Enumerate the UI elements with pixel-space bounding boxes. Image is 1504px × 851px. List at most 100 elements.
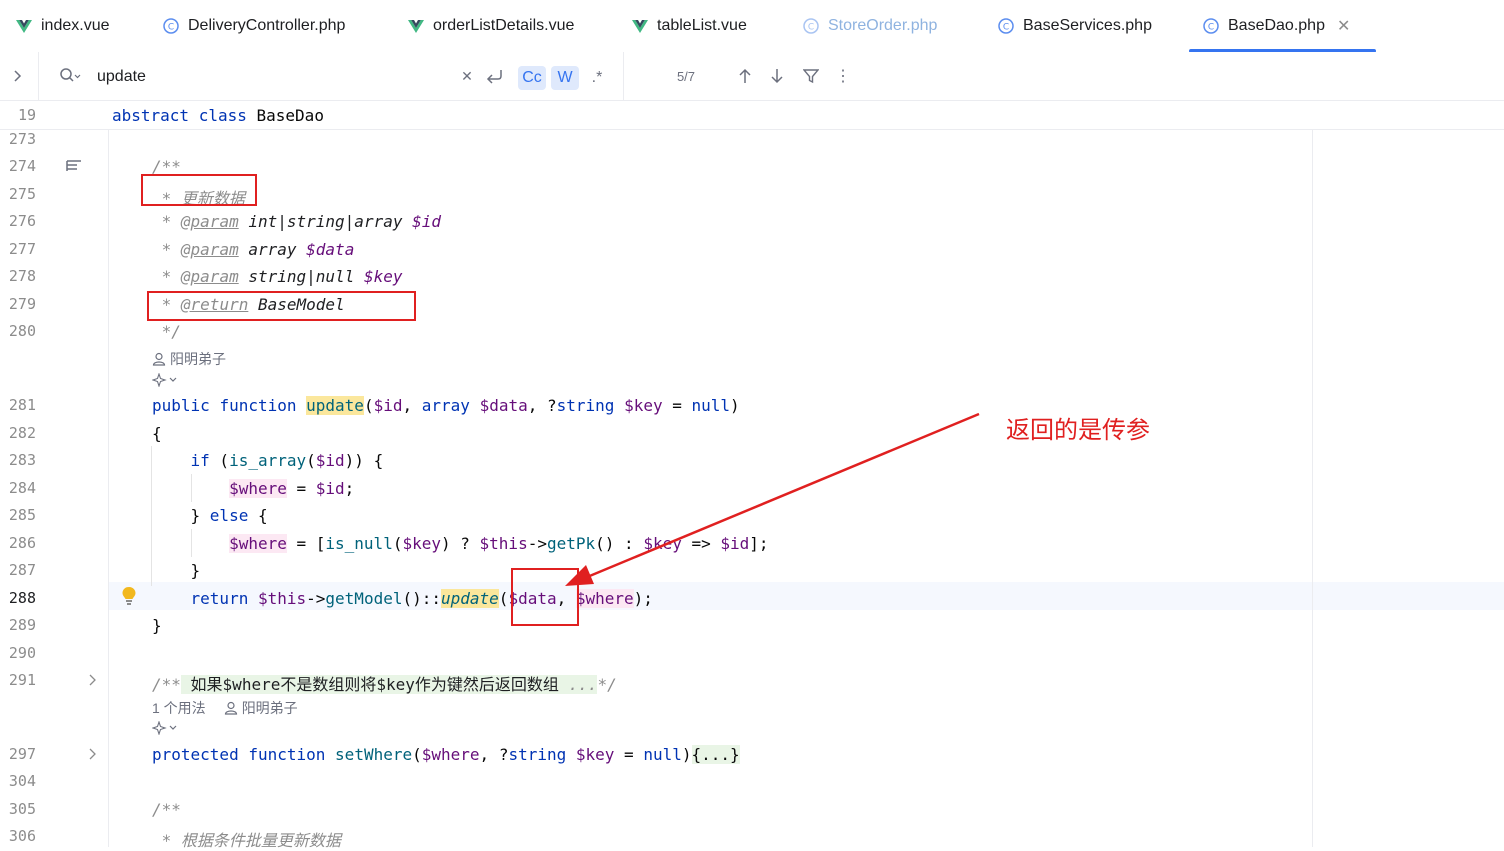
php-class-icon: C xyxy=(1203,18,1219,34)
code-line-285: } else { xyxy=(152,506,268,525)
line-number: 305 xyxy=(8,800,36,818)
sticky-scope-header: 19 abstract class BaseDao xyxy=(0,101,1504,130)
line-number: 279 xyxy=(8,295,36,313)
tab-orderlistdetails-vue[interactable]: orderListDetails.vue xyxy=(408,0,574,52)
next-occurrence-icon[interactable] xyxy=(767,66,787,86)
code-line-283: if (is_array($id)) { xyxy=(190,451,384,470)
code-line-297: protected function setWhere($where, ?str… xyxy=(152,745,740,764)
code-line-289: } xyxy=(152,616,162,635)
expand-replace-chevron-icon[interactable] xyxy=(8,66,28,86)
ai-actions-hint[interactable] xyxy=(152,721,178,735)
code-line-282: { xyxy=(152,424,162,443)
tab-label: StoreOrder.php xyxy=(828,17,938,34)
sticky-code-line: abstract class BaseDao xyxy=(112,106,324,125)
line-number: 19 xyxy=(17,106,36,124)
search-history-icon[interactable] xyxy=(58,66,82,86)
line-number: 286 xyxy=(8,534,36,552)
vue-icon xyxy=(16,20,32,33)
line-number: 288 xyxy=(8,589,36,607)
php-class-icon: C xyxy=(803,18,819,34)
tab-storeorder-php[interactable]: C StoreOrder.php xyxy=(803,0,937,52)
regex-toggle[interactable]: .* xyxy=(586,66,608,90)
ai-sparkle-chevron-icon xyxy=(152,373,177,387)
code-line-276: * @param int|string|array $id xyxy=(152,212,442,231)
whole-words-toggle[interactable]: W xyxy=(551,66,579,90)
line-number: 284 xyxy=(8,479,36,497)
tab-index-vue[interactable]: index.vue xyxy=(16,0,110,52)
line-number: 278 xyxy=(8,267,36,285)
line-number: 291 xyxy=(8,671,36,689)
annotation-box-data-arg xyxy=(511,568,579,626)
folded-body[interactable]: {...} xyxy=(691,745,740,764)
svg-text:C: C xyxy=(1003,23,1009,33)
ai-actions-hint[interactable] xyxy=(152,373,178,387)
tab-deliverycontroller-php[interactable]: C DeliveryController.php xyxy=(163,0,345,52)
gutter-divider xyxy=(108,129,109,847)
lightbulb-icon[interactable] xyxy=(120,586,138,606)
line-number: 306 xyxy=(8,827,36,845)
annotation-text: 返回的是传参 xyxy=(1006,417,1150,444)
divider xyxy=(38,52,39,100)
tab-label: BaseServices.php xyxy=(1023,17,1152,34)
line-number: 280 xyxy=(8,322,36,340)
code-line-305: /** xyxy=(152,800,181,819)
tab-label: orderListDetails.vue xyxy=(433,17,575,34)
code-line-286: $where = [is_null($key) ? $this->getPk()… xyxy=(229,534,769,553)
author-inlay-hint[interactable]: 阳明弟子 xyxy=(152,349,226,369)
code-line-306: * 根据条件批量更新数据 xyxy=(152,831,341,850)
tab-label: tableList.vue xyxy=(657,17,747,34)
vue-icon xyxy=(408,20,424,33)
render-doc-icon[interactable] xyxy=(66,158,82,172)
line-number: 275 xyxy=(8,185,36,203)
close-tab-icon[interactable]: ✕ xyxy=(1337,16,1350,36)
usages-author-hint[interactable]: 1 个用法 阳明弟子 xyxy=(152,698,298,718)
match-case-toggle[interactable]: Cc xyxy=(518,66,546,90)
code-line-291[interactable]: /** 如果$where不是数组则将$key作为键然后返回数组 ...*/ xyxy=(152,671,617,695)
tab-basedao-php[interactable]: C BaseDao.php ✕ xyxy=(1189,0,1377,53)
line-number: 277 xyxy=(8,240,36,258)
more-options-icon[interactable]: ⋮ xyxy=(833,66,853,86)
annotation-box-return xyxy=(147,291,416,321)
find-bar: ✕ 5/7 ⋮ xyxy=(0,52,1504,101)
svg-text:C: C xyxy=(1208,23,1214,33)
code-line-277: * @param array $data xyxy=(152,240,355,259)
tab-label: BaseDao.php xyxy=(1228,17,1325,34)
annotation-box-summary xyxy=(141,174,257,206)
code-line-284: $where = $id; xyxy=(229,479,355,498)
line-number: 304 xyxy=(8,772,36,790)
fold-expand-chevron-icon[interactable] xyxy=(87,672,99,686)
editor-tab-bar: index.vue C DeliveryController.php order… xyxy=(0,0,1504,53)
svg-text:C: C xyxy=(168,23,174,33)
line-number: 290 xyxy=(8,644,36,662)
tab-label: index.vue xyxy=(41,17,110,34)
php-class-icon: C xyxy=(998,18,1014,34)
search-input[interactable] xyxy=(97,66,437,88)
line-number: 289 xyxy=(8,616,36,634)
person-icon xyxy=(152,352,166,366)
line-number: 274 xyxy=(8,157,36,175)
code-line-287: } xyxy=(152,561,201,580)
line-number: 281 xyxy=(8,396,36,414)
line-number: 283 xyxy=(8,451,36,469)
ai-sparkle-chevron-icon xyxy=(152,721,177,735)
clear-search-icon[interactable]: ✕ xyxy=(458,66,476,86)
fold-expand-chevron-icon[interactable] xyxy=(87,746,99,760)
usage-count[interactable]: 1 个用法 xyxy=(152,698,206,718)
match-count: 5/7 xyxy=(676,68,696,84)
svg-text:C: C xyxy=(808,23,814,33)
previous-occurrence-icon[interactable] xyxy=(735,66,755,86)
line-number: 297 xyxy=(8,745,36,763)
new-line-icon[interactable] xyxy=(484,65,506,87)
line-number: 285 xyxy=(8,506,36,524)
person-icon xyxy=(224,701,237,715)
filter-icon[interactable] xyxy=(801,66,821,86)
code-line-281: public function update($id, array $data,… xyxy=(152,396,740,415)
tab-tablelist-vue[interactable]: tableList.vue xyxy=(632,0,747,52)
code-line-280: */ xyxy=(161,322,181,341)
divider xyxy=(623,52,624,100)
tab-baseservices-php[interactable]: C BaseServices.php xyxy=(998,0,1152,52)
line-number: 273 xyxy=(8,130,36,148)
line-number: 282 xyxy=(8,424,36,442)
code-line-278: * @param string|null $key xyxy=(152,267,403,286)
vue-icon xyxy=(632,20,648,33)
